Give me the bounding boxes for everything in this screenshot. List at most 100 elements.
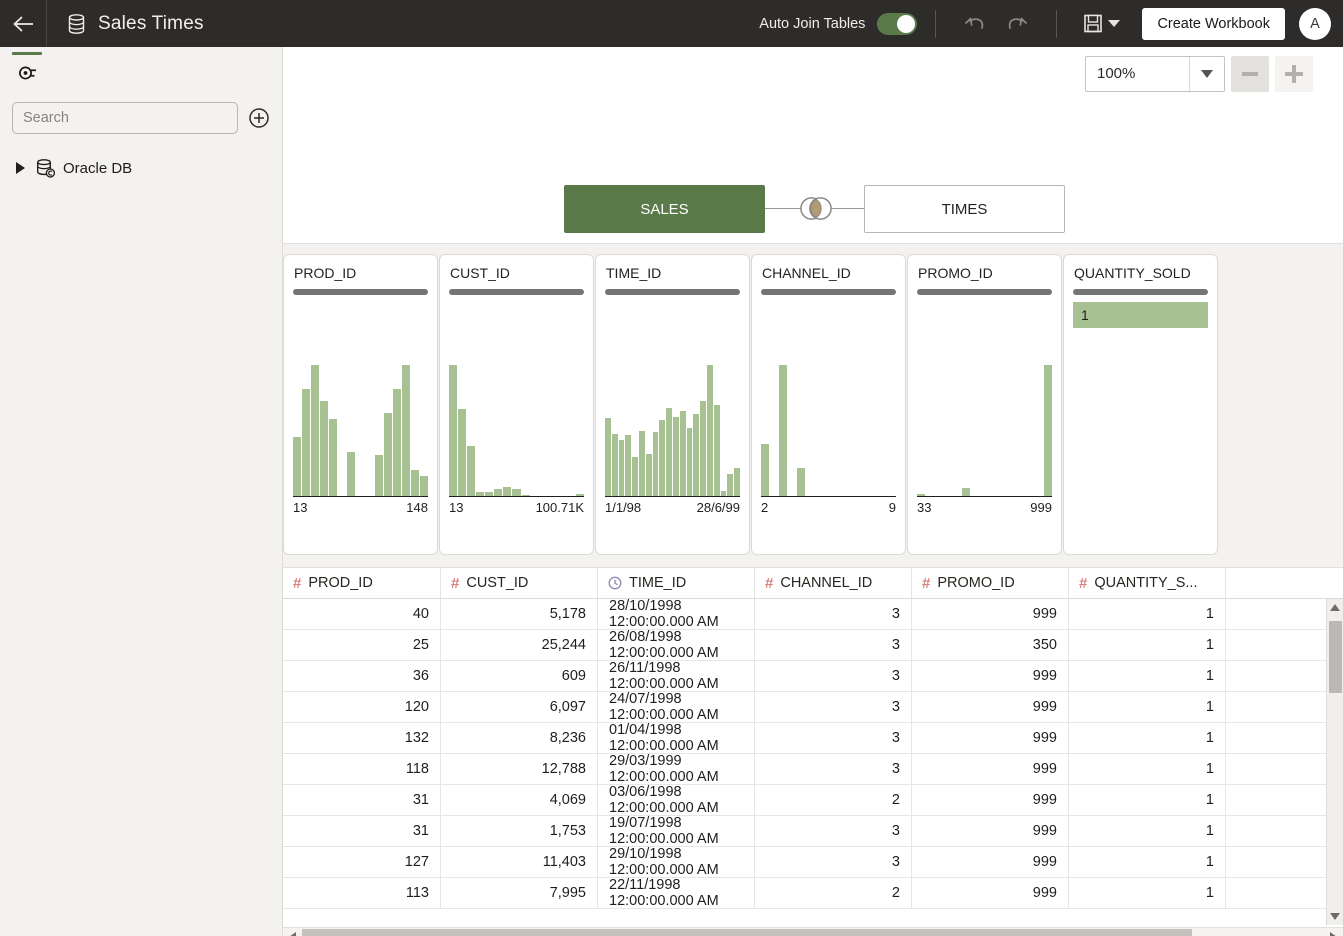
table-cell: 19/07/1998 12:00:00.000 AM xyxy=(598,816,755,846)
sidebar-item-oracle-db[interactable]: Oracle DB xyxy=(12,156,282,180)
inner-join-venn-icon[interactable] xyxy=(799,196,833,221)
grid-vertical-scrollbar[interactable] xyxy=(1326,599,1343,925)
table-cell: 1 xyxy=(1069,599,1226,629)
profile-card[interactable]: CHANNEL_ID29 xyxy=(751,254,906,555)
page-title: Sales Times xyxy=(98,13,204,35)
table-row[interactable]: 405,17828/10/1998 12:00:00.000 AM39991 xyxy=(283,599,1343,630)
table-cell: 25,244 xyxy=(441,630,598,660)
zoom-out-button[interactable] xyxy=(1231,56,1269,92)
histogram-bar xyxy=(693,414,699,497)
grid-column-header[interactable]: #PROD_ID xyxy=(283,568,441,598)
histogram-min-label: 13 xyxy=(449,500,463,515)
table-cell: 2 xyxy=(755,785,912,815)
profile-card[interactable]: QUANTITY_SOLD1 xyxy=(1063,254,1218,555)
profile-card[interactable]: CUST_ID13100.71K xyxy=(439,254,594,555)
scroll-up-button[interactable] xyxy=(1327,599,1343,616)
table-cell: 1 xyxy=(1069,630,1226,660)
table-cell: 3 xyxy=(755,847,912,877)
scroll-right-button[interactable] xyxy=(1324,932,1343,936)
histogram-bar xyxy=(659,420,665,497)
auto-join-label: Auto Join Tables xyxy=(759,16,865,32)
profile-histogram xyxy=(761,365,896,497)
table-row[interactable]: 1137,99522/11/1998 12:00:00.000 AM29991 xyxy=(283,878,1343,909)
table-cell: 3 xyxy=(755,630,912,660)
histogram-bar xyxy=(653,432,659,497)
histogram-max-label: 999 xyxy=(1030,500,1052,515)
avatar[interactable]: A xyxy=(1299,8,1331,40)
table-cell: 8,236 xyxy=(441,723,598,753)
histogram-max-label: 28/6/99 xyxy=(697,500,740,515)
profile-card[interactable]: PROMO_ID33999 xyxy=(907,254,1062,555)
histogram-bar xyxy=(467,446,475,497)
grid-column-header[interactable]: TIME_ID xyxy=(598,568,755,598)
grid-column-header[interactable]: #QUANTITY_S... xyxy=(1069,568,1226,598)
histogram-axis xyxy=(449,496,584,497)
histogram-bar xyxy=(1044,365,1052,497)
histogram-bar xyxy=(293,437,301,497)
date-type-icon xyxy=(608,576,622,590)
join-diagram-canvas[interactable]: SALES TIMES xyxy=(283,100,1343,243)
connections-icon xyxy=(17,63,37,83)
table-cell: 03/06/1998 12:00:00.000 AM xyxy=(598,785,755,815)
table-row[interactable]: 3660926/11/1998 12:00:00.000 AM39991 xyxy=(283,661,1343,692)
histogram-bar xyxy=(797,468,805,497)
grid-horizontal-scrollbar[interactable] xyxy=(283,927,1343,936)
grid-column-header[interactable]: #PROMO_ID xyxy=(912,568,1069,598)
number-type-icon: # xyxy=(1079,575,1087,592)
diagram-node-sales[interactable]: SALES xyxy=(564,185,765,233)
save-button[interactable] xyxy=(1075,13,1128,34)
profile-histogram xyxy=(449,365,584,497)
create-workbook-button[interactable]: Create Workbook xyxy=(1142,8,1285,40)
undo-button[interactable] xyxy=(954,7,996,41)
left-sidebar: Oracle DB xyxy=(0,47,283,936)
grid-column-header[interactable]: #CHANNEL_ID xyxy=(755,568,912,598)
histogram-bar xyxy=(311,365,319,497)
horizontal-scroll-track[interactable] xyxy=(302,928,1324,936)
grid-column-header-label: PROMO_ID xyxy=(937,575,1014,591)
table-cell: 1 xyxy=(1069,785,1226,815)
table-row[interactable]: 311,75319/07/1998 12:00:00.000 AM39991 xyxy=(283,816,1343,847)
search-input[interactable] xyxy=(12,102,238,134)
grid-column-header-label: PROD_ID xyxy=(308,575,372,591)
histogram-bar xyxy=(707,365,713,497)
profile-card[interactable]: TIME_ID1/1/9828/6/99 xyxy=(595,254,750,555)
table-row[interactable]: 1328,23601/04/1998 12:00:00.000 AM39991 xyxy=(283,723,1343,754)
grid-column-header[interactable]: #CUST_ID xyxy=(441,568,598,598)
table-cell: 999 xyxy=(912,816,1069,846)
table-row[interactable]: 2525,24426/08/1998 12:00:00.000 AM33501 xyxy=(283,630,1343,661)
table-cell: 113 xyxy=(283,878,441,908)
zoom-in-button[interactable] xyxy=(1275,56,1313,92)
add-connection-button[interactable] xyxy=(248,107,270,129)
redo-button[interactable] xyxy=(996,7,1038,41)
sidebar-tab-connections[interactable] xyxy=(11,52,43,88)
arrow-left-icon xyxy=(12,15,34,33)
profile-category-row[interactable]: 1 xyxy=(1073,302,1208,328)
vertical-scroll-thumb[interactable] xyxy=(1329,621,1342,693)
table-row[interactable]: 11812,78829/03/1999 12:00:00.000 AM39991 xyxy=(283,754,1343,785)
plus-circle-icon xyxy=(248,107,270,129)
top-bar: Sales Times Auto Join Tables xyxy=(0,0,1343,47)
histogram-bar xyxy=(700,401,706,497)
zoom-level-select[interactable]: 100% xyxy=(1085,56,1225,92)
toolbar-divider xyxy=(935,10,936,38)
table-cell: 999 xyxy=(912,754,1069,784)
histogram-axis-labels: 33999 xyxy=(917,500,1052,515)
auto-join-toggle[interactable] xyxy=(877,13,917,35)
chevron-right-icon[interactable] xyxy=(16,162,25,174)
scroll-left-button[interactable] xyxy=(283,932,302,936)
database-icon xyxy=(67,14,86,34)
table-row[interactable]: 314,06903/06/1998 12:00:00.000 AM29991 xyxy=(283,785,1343,816)
database-connection-icon xyxy=(35,158,57,178)
diagram-node-label: TIMES xyxy=(942,201,988,218)
toolbar-divider xyxy=(1056,10,1057,38)
table-cell: 1 xyxy=(1069,692,1226,722)
scroll-down-button[interactable] xyxy=(1327,908,1343,925)
diagram-node-times[interactable]: TIMES xyxy=(864,185,1065,233)
horizontal-scroll-thumb[interactable] xyxy=(302,929,1192,936)
table-row[interactable]: 1206,09724/07/1998 12:00:00.000 AM39991 xyxy=(283,692,1343,723)
back-button[interactable] xyxy=(0,0,46,47)
profile-card[interactable]: PROD_ID13148 xyxy=(283,254,438,555)
histogram-axis xyxy=(761,496,896,497)
table-row[interactable]: 12711,40329/10/1998 12:00:00.000 AM39991 xyxy=(283,847,1343,878)
sidebar-item-label: Oracle DB xyxy=(63,160,132,177)
